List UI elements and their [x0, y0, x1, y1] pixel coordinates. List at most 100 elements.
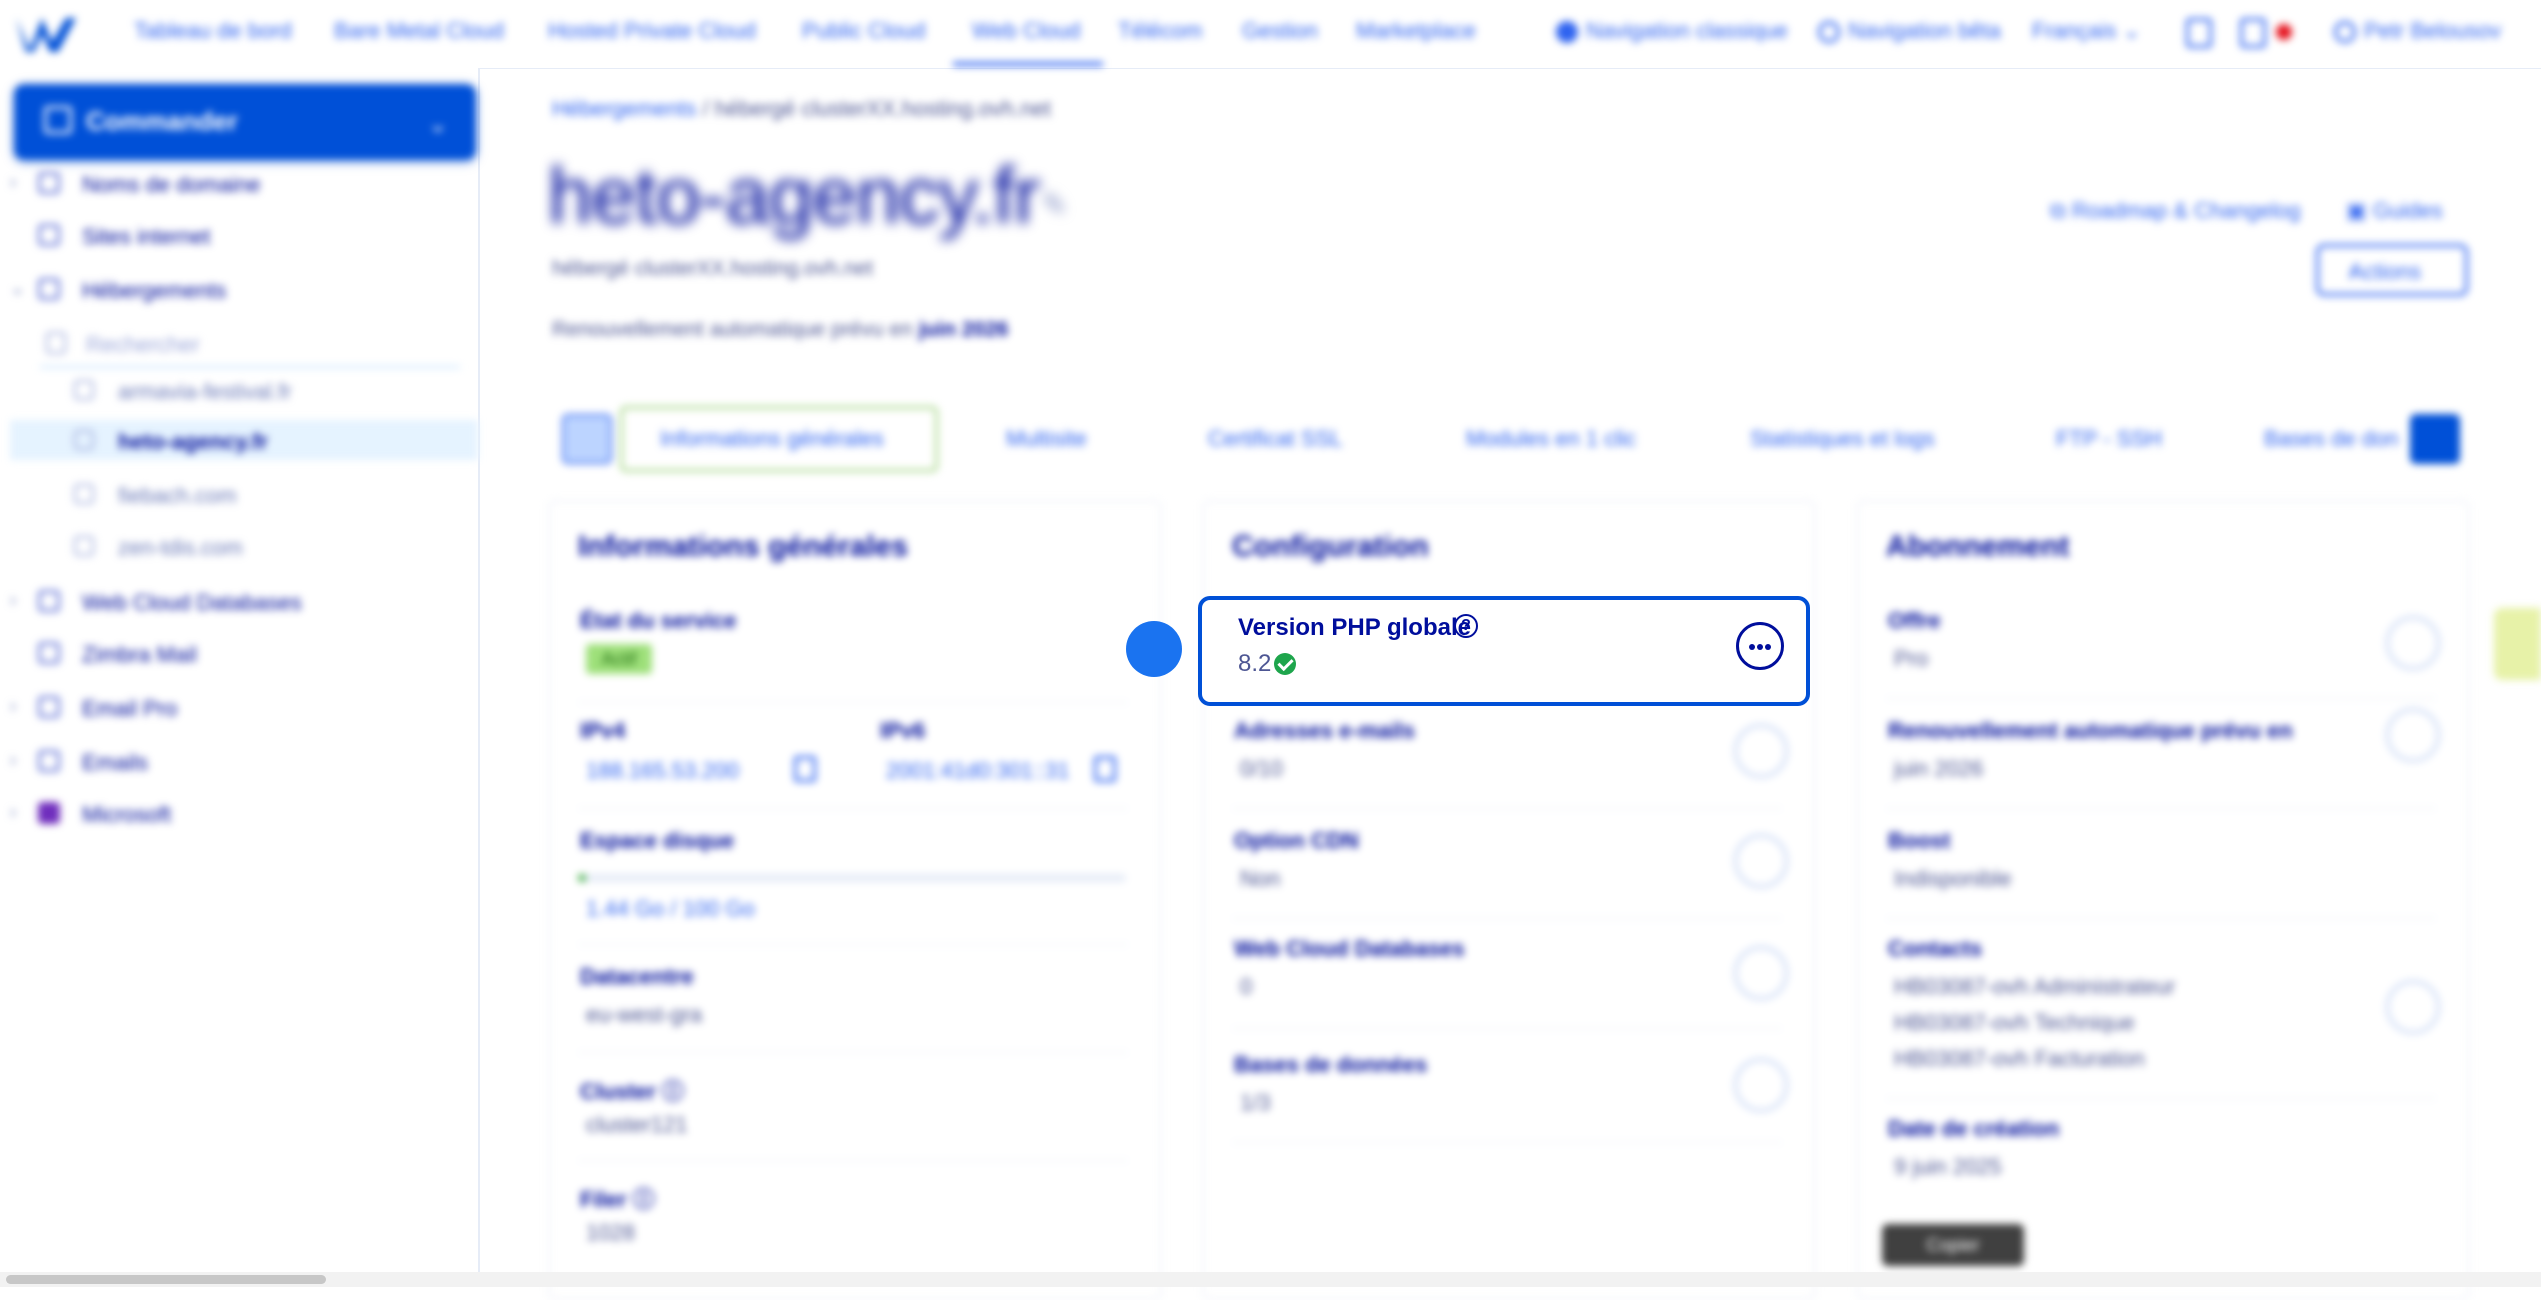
nav-public-cloud[interactable]: Public Cloud: [802, 18, 926, 44]
hosting-icon: [74, 430, 94, 450]
actions-button[interactable]: Actions ›: [2316, 244, 2468, 296]
help-icon[interactable]: ?: [1454, 614, 1478, 638]
ovh-logo[interactable]: [12, 12, 80, 56]
divider: [578, 944, 1128, 945]
nav-management[interactable]: Gestion: [1242, 18, 1318, 44]
databases-menu-button[interactable]: [1734, 1058, 1788, 1112]
cluster-label: Cluster ⓘ: [580, 1079, 684, 1104]
contacts-label: Contacts: [1888, 936, 1983, 961]
notifications-icon[interactable]: [2186, 18, 2212, 48]
sidebar-item-microsoft[interactable]: › Microsoft: [0, 794, 478, 834]
scrollbar-thumb[interactable]: [6, 1275, 326, 1284]
user-icon: [2334, 21, 2356, 44]
language-select[interactable]: Français ⌄: [2032, 18, 2141, 44]
contact-item: HB03087-ovh Technique: [1894, 1010, 2135, 1035]
chevron-icon: ⌄: [427, 111, 448, 138]
edit-icon[interactable]: ✎: [1042, 188, 1067, 223]
nav-bare-metal-cloud[interactable]: Bare Metal Cloud: [334, 18, 504, 44]
tab-ssl-certificate[interactable]: Certificat SSL: [1208, 426, 1343, 452]
chevron-right-icon: ›: [10, 750, 16, 770]
sidebar: Commander ⌄ › Noms de domaine Sites inte…: [0, 68, 480, 1287]
chevron-right-icon: ›: [10, 172, 16, 192]
contact-item: HB03087-ovh Facturation: [1894, 1046, 2145, 1071]
sidebar-item-hosting[interactable]: ⌄ Hébergements: [0, 270, 478, 310]
tab-stats-logs[interactable]: Statistiques et logs: [1750, 426, 1935, 452]
hosting-icon: [74, 380, 94, 400]
cdn-menu-button[interactable]: [1734, 834, 1788, 888]
horizontal-scrollbar[interactable]: [0, 1272, 2541, 1287]
beta-nav-toggle[interactable]: Navigation bêta: [1818, 18, 2001, 44]
nav-dashboard[interactable]: Tableau de bord: [134, 18, 292, 44]
copy-icon[interactable]: [1094, 756, 1116, 782]
boost-value: Indisponible: [1894, 866, 2012, 891]
account-menu[interactable]: Petr Belousov: [2334, 18, 2501, 44]
sidebar-item-emails[interactable]: › Emails: [0, 742, 478, 782]
sidebar-search-input[interactable]: Rechercher: [40, 322, 460, 368]
sidebar-item-domains[interactable]: › Noms de domaine: [0, 164, 478, 204]
global-php-version-field: Version PHP globale ? 8.2: [1198, 596, 1810, 706]
filer-label: Filer ⓘ: [580, 1187, 655, 1212]
breadcrumb: Hébergements / hébergé clusterXX.hosting…: [552, 96, 1051, 121]
divider: [1232, 918, 1782, 919]
feedback-tab[interactable]: [2494, 608, 2541, 680]
check-circle-icon: [1274, 653, 1296, 675]
divider: [1886, 808, 2436, 809]
notification-badge: [2276, 24, 2292, 40]
sidebar-item-web-cloud-databases[interactable]: › Web Cloud Databases: [0, 582, 478, 622]
order-button[interactable]: Commander ⌄: [14, 84, 476, 160]
sidebar-item-email-pro[interactable]: › Email Pro: [0, 688, 478, 728]
boost-label: Boost: [1888, 828, 1951, 853]
classic-nav-toggle[interactable]: Navigation classique: [1556, 18, 1788, 44]
chevron-right-icon: ›: [2349, 259, 2357, 284]
breadcrumb-link[interactable]: Hébergements: [552, 96, 696, 121]
ipv4-value: 188.165.53.200: [586, 758, 739, 783]
tab-general-info[interactable]: Informations générales: [660, 426, 884, 452]
card-title: Abonnement: [1886, 530, 2070, 563]
tabs-scroll-right-button[interactable]: [2410, 414, 2460, 464]
tab-ftp-ssh[interactable]: FTP - SSH: [2056, 426, 2162, 452]
help-icon[interactable]: ⓘ: [633, 1187, 655, 1212]
divider: [578, 702, 1128, 703]
roadmap-link[interactable]: ⧉ Roadmap & Changelog: [2050, 198, 2301, 224]
radio-selected-icon: [1556, 21, 1578, 44]
guides-link[interactable]: ▣ Guides: [2346, 198, 2443, 224]
cdn-value: Non: [1240, 866, 1281, 891]
renewal-label: Renouvellement automatique prévu en: [1888, 718, 2293, 743]
emails-menu-button[interactable]: [1734, 724, 1788, 778]
offer-label: Offre: [1888, 608, 1941, 633]
contacts-menu-button[interactable]: [2386, 980, 2440, 1034]
divider: [1886, 698, 2436, 699]
chevron-right-icon: ›: [10, 802, 16, 822]
divider: [1232, 1142, 1782, 1143]
external-link-icon: ⧉: [2050, 198, 2066, 223]
web-cloud-databases-menu-button[interactable]: [1734, 946, 1788, 1000]
php-version-value: 8.2: [1238, 650, 1272, 677]
divider: [578, 1160, 1128, 1161]
divider: [578, 1052, 1128, 1053]
nav-hosted-private-cloud[interactable]: Hosted Private Cloud: [548, 18, 756, 44]
nav-telecom[interactable]: Télécom: [1118, 18, 1202, 44]
subscription-card: Abonnement Offre Pro Renouvellement auto…: [1856, 500, 2470, 1300]
nav-marketplace[interactable]: Marketplace: [1356, 18, 1476, 44]
tabs-scroll-left-button[interactable]: [562, 414, 612, 464]
ipv6-label: IPv6: [880, 718, 926, 743]
datacenter-value: eu-west-gra: [586, 1002, 703, 1027]
offer-menu-button[interactable]: [2386, 616, 2440, 670]
messages-icon[interactable]: [2240, 18, 2266, 48]
php-version-menu-button[interactable]: [1736, 622, 1784, 670]
emails-value: 0/10: [1240, 756, 1283, 781]
tab-databases[interactable]: Bases de don: [2264, 426, 2399, 452]
tooltip: Copier: [1882, 1224, 2024, 1266]
renewal-menu-button[interactable]: [2386, 708, 2440, 762]
filer-value: 1028: [586, 1220, 635, 1245]
sidebar-item-websites[interactable]: Sites internet: [0, 216, 478, 256]
help-icon[interactable]: ⓘ: [662, 1079, 684, 1104]
copy-icon[interactable]: [794, 756, 816, 782]
general-info-card: Informations générales État du service A…: [548, 500, 1162, 1300]
search-icon: [46, 332, 66, 354]
tab-multisite[interactable]: Multisite: [1006, 426, 1087, 452]
tab-one-click-modules[interactable]: Modules en 1 clic: [1466, 426, 1636, 452]
disk-usage-bar: [578, 874, 1126, 882]
sidebar-item-zimbra[interactable]: Zimbra Mail: [0, 634, 478, 674]
nav-web-cloud[interactable]: Web Cloud: [972, 18, 1080, 44]
